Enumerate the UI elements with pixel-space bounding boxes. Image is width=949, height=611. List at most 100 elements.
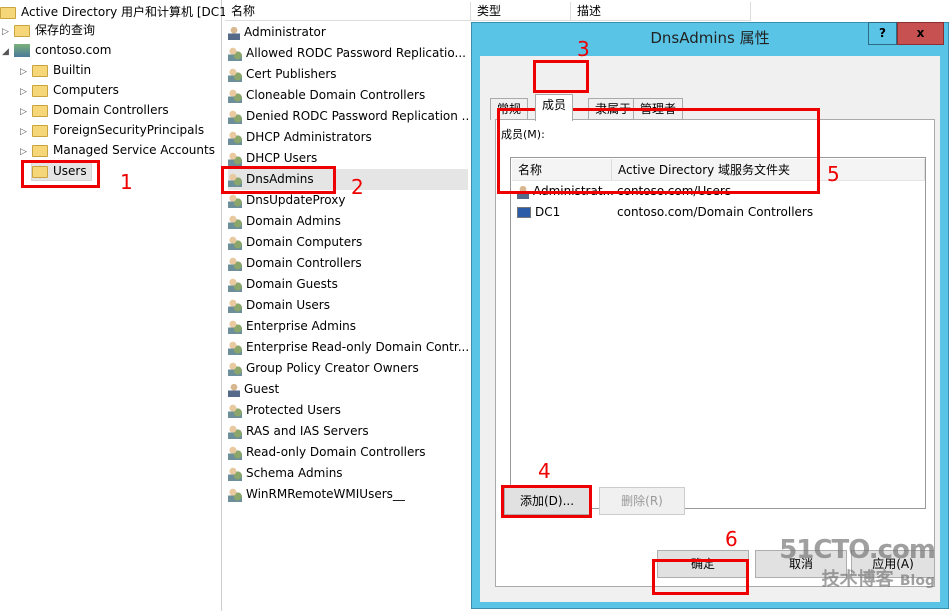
group-icon <box>228 256 242 271</box>
list-row[interactable]: Domain Controllers <box>228 253 468 274</box>
group-icon <box>228 46 242 61</box>
group-icon <box>228 109 242 124</box>
row-name: Read-only Domain Controllers <box>246 445 426 459</box>
member-row[interactable]: DC1 contoso.com/Domain Controllers <box>517 202 813 223</box>
group-icon <box>228 424 242 439</box>
list-row[interactable]: Domain Computers <box>228 232 468 253</box>
folder-icon <box>14 24 30 37</box>
list-row[interactable]: Cert Publishers <box>228 64 468 85</box>
list-row[interactable]: Domain Users <box>228 295 468 316</box>
group-icon <box>228 319 242 334</box>
group-icon <box>228 67 242 82</box>
group-icon <box>228 340 242 355</box>
row-name: Domain Computers <box>246 235 363 249</box>
row-name: DHCP Administrators <box>246 130 372 144</box>
tree-item-contoso[interactable]: ◢ contoso.com <box>2 40 111 60</box>
row-name: Enterprise Admins <box>246 319 357 333</box>
expand-arrow-icon[interactable]: ▷ <box>20 62 32 82</box>
list-row[interactable]: RAS and IAS Servers <box>228 421 468 442</box>
annotation-number-2: 2 <box>351 175 364 199</box>
row-name: Cert Publishers <box>246 67 337 81</box>
tree-item-builtin[interactable]: ▷ Builtin <box>20 60 91 80</box>
navigation-tree: Active Directory 用户和计算机 [DC1. ▷ 保存的查询 ◢ co… <box>0 0 231 611</box>
tree-root[interactable]: Active Directory 用户和计算机 [DC1. <box>0 2 231 22</box>
annotation-number-4: 4 <box>538 459 551 483</box>
annotation-box-3 <box>533 60 589 93</box>
column-header-description[interactable]: 描述 <box>571 2 751 21</box>
list-row[interactable]: Guest <box>228 379 468 400</box>
row-name: Domain Controllers <box>246 256 362 270</box>
remove-button[interactable]: 删除(R) <box>599 487 685 515</box>
list-row[interactable]: Enterprise Admins <box>228 316 468 337</box>
row-name: Domain Admins <box>246 214 341 228</box>
list-row[interactable]: Allowed RODC Password Replicatio... <box>228 43 468 64</box>
tree-item-computers[interactable]: ▷ Computers <box>20 80 119 100</box>
row-name: Protected Users <box>246 403 341 417</box>
list-row[interactable]: Denied RODC Password Replication ... <box>228 106 468 127</box>
close-button[interactable]: x <box>897 22 944 45</box>
list-row[interactable]: Domain Guests <box>228 274 468 295</box>
group-icon <box>228 298 242 313</box>
column-header-type[interactable]: 类型 <box>471 2 571 21</box>
expand-arrow-icon[interactable]: ▷ <box>20 82 32 102</box>
list-row[interactable]: Protected Users <box>228 400 468 421</box>
watermark-logo: 51CTO.com 技术博客 Blog <box>779 535 936 590</box>
annotation-number-3: 3 <box>577 37 590 61</box>
annotation-box-2 <box>221 166 336 194</box>
list-row[interactable]: Enterprise Read-only Domain Contr... <box>228 337 468 358</box>
tree-item-managed-service-accounts[interactable]: ▷ Managed Service Accounts <box>20 140 215 160</box>
list-row[interactable]: Read-only Domain Controllers <box>228 442 468 463</box>
group-icon <box>228 88 242 103</box>
list-row[interactable]: Domain Admins <box>228 211 468 232</box>
list-row[interactable]: DHCP Administrators <box>228 127 468 148</box>
group-icon <box>228 277 242 292</box>
list-row[interactable]: WinRMRemoteWMIUsers__ <box>228 484 468 505</box>
user-icon <box>228 25 240 40</box>
expand-arrow-icon[interactable]: ▷ <box>20 122 32 142</box>
row-name: Group Policy Creator Owners <box>246 361 419 375</box>
annotation-number-1: 1 <box>120 170 133 194</box>
group-icon <box>228 361 242 376</box>
console-icon <box>0 6 16 19</box>
list-row[interactable]: Schema Admins <box>228 463 468 484</box>
group-icon <box>228 130 242 145</box>
tree-item-domain-controllers[interactable]: ▷ Domain Controllers <box>20 100 169 120</box>
row-name: RAS and IAS Servers <box>246 424 369 438</box>
row-name: Enterprise Read-only Domain Contr... <box>246 340 468 354</box>
list-row[interactable]: Administrator <box>228 22 468 43</box>
list-row[interactable]: Cloneable Domain Controllers <box>228 85 468 106</box>
folder-icon <box>32 84 48 97</box>
column-header-name[interactable]: 名称 <box>225 2 471 21</box>
annotation-box-1 <box>21 160 100 188</box>
members-list[interactable]: 名称 Active Directory 域服务文件夹 Administrat..… <box>510 157 926 509</box>
domain-icon <box>14 44 30 57</box>
row-name: DnsUpdateProxy <box>246 193 346 207</box>
folder-icon <box>32 124 48 137</box>
group-icon <box>228 235 242 250</box>
row-name: Denied RODC Password Replication ... <box>246 109 468 123</box>
computer-icon <box>517 207 531 218</box>
group-icon <box>228 445 242 460</box>
row-name: DHCP Users <box>246 151 318 165</box>
expand-arrow-icon[interactable]: ▷ <box>20 142 32 162</box>
annotation-number-5: 5 <box>827 162 840 186</box>
list-row[interactable]: Group Policy Creator Owners <box>228 358 468 379</box>
row-name: Schema Admins <box>246 466 343 480</box>
annotation-box-6 <box>652 559 749 595</box>
row-name: Cloneable Domain Controllers <box>246 88 426 102</box>
annotation-number-6: 6 <box>725 527 738 551</box>
row-name: Guest <box>244 382 280 396</box>
expand-arrow-icon[interactable]: ▷ <box>20 102 32 122</box>
folder-icon <box>32 64 48 77</box>
help-button[interactable]: ? <box>868 22 897 45</box>
collapse-arrow-icon[interactable]: ◢ <box>2 42 14 62</box>
row-name: Administrator <box>244 25 326 39</box>
expand-arrow-icon[interactable]: ▷ <box>2 22 14 42</box>
tree-item-foreign-security-principals[interactable]: ▷ ForeignSecurityPrincipals <box>20 120 204 140</box>
tab-members[interactable]: 成员 <box>535 94 574 121</box>
tree-item-saved-queries[interactable]: ▷ 保存的查询 <box>2 20 95 40</box>
row-name: WinRMRemoteWMIUsers__ <box>246 487 405 501</box>
row-name: Domain Users <box>246 298 330 312</box>
group-icon <box>228 193 242 208</box>
object-list: 名称 Administrator Allowed RODC Password Re… <box>223 0 471 611</box>
